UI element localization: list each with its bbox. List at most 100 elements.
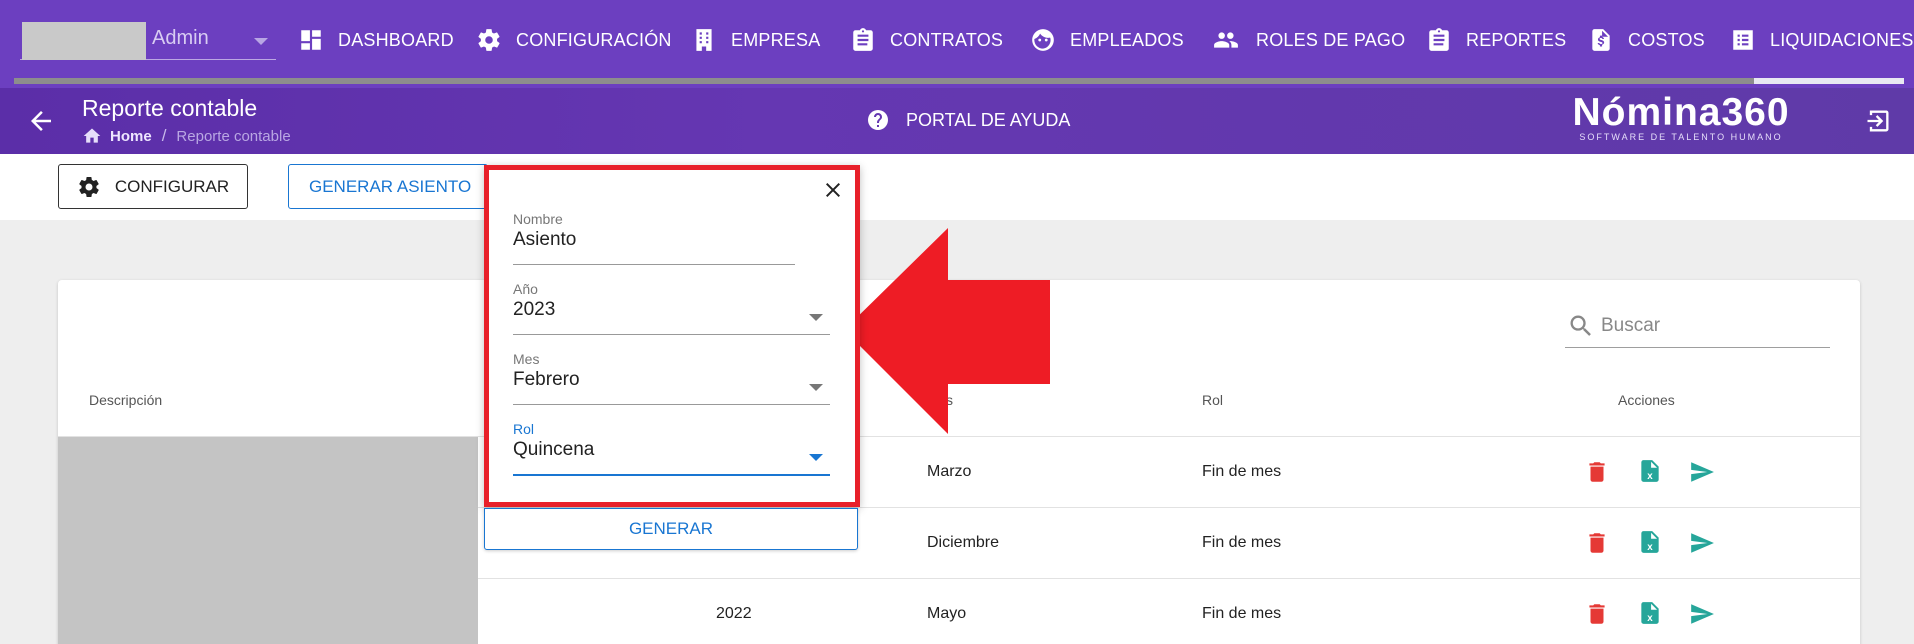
excel-export-icon[interactable]: x (1637, 599, 1663, 627)
toolbar: CONFIGURAR GENERAR ASIENTO (0, 154, 1914, 220)
excel-export-icon[interactable]: x (1637, 457, 1663, 485)
avatar (22, 22, 146, 60)
send-icon[interactable] (1689, 458, 1715, 486)
page-header: Reporte contable Home / Reporte contable… (0, 88, 1914, 154)
help-portal-link[interactable]: PORTAL DE AYUDA (866, 108, 1070, 132)
nav-item-roles-de-pago[interactable]: ROLES DE PAGO (1210, 0, 1405, 80)
generate-entry-button[interactable]: GENERAR ASIENTO (288, 164, 488, 209)
brand-name: Nómina360 (1572, 91, 1790, 134)
brand-tagline: SOFTWARE DE TALENTO HUMANO (1579, 132, 1783, 142)
month-select-value: Febrero (513, 369, 580, 390)
svg-text:x: x (1647, 613, 1653, 624)
chevron-down-icon (809, 314, 823, 321)
nav-item-label: ROLES DE PAGO (1256, 29, 1406, 50)
generate-button[interactable]: GENERAR (484, 508, 858, 550)
role-select-value: Quincena (513, 439, 595, 460)
role-select-underline (513, 474, 830, 476)
month-select-label: Mes (513, 351, 540, 367)
nav-item-empresa[interactable]: EMPRESA (691, 0, 820, 80)
nav-item-empleados[interactable]: EMPLEADOS (1030, 0, 1184, 80)
nav-scroll-indicator-track (1754, 78, 1904, 84)
nav-item-label: REPORTES (1466, 29, 1567, 50)
annotation-arrow (844, 228, 1050, 434)
search-icon (1570, 315, 1591, 336)
delete-icon[interactable] (1584, 458, 1610, 486)
breadcrumb: Home / Reporte contable (82, 126, 291, 146)
delete-icon[interactable] (1584, 600, 1610, 628)
nav-item-costos[interactable]: COSTOS (1588, 0, 1705, 80)
chevron-down-icon (809, 384, 823, 391)
nav-item-reportes[interactable]: REPORTES (1426, 0, 1566, 80)
help-circle-icon (868, 110, 888, 130)
svg-text:x: x (1647, 542, 1653, 553)
nav-item-liquidaciones[interactable]: LIQUIDACIONES (1730, 0, 1914, 80)
top-navigation-bar: Admin DASHBOARD CONFIGURACIÓN EMPRESA CO… (0, 0, 1914, 88)
year-select[interactable]: Año 2023 (513, 281, 830, 335)
nav-item-label: LIQUIDACIONES (1770, 29, 1914, 50)
logout-button[interactable] (1864, 107, 1892, 135)
generate-entry-dialog: Nombre Asiento Año 2023 Mes Febrero Rol … (484, 165, 860, 507)
nav-item-label: EMPLEADOS (1070, 29, 1184, 50)
cell-rol: Fin de mes (1202, 605, 1282, 622)
invoice-dollar-icon (1592, 29, 1610, 51)
column-header-rol[interactable]: Rol (1202, 392, 1223, 408)
nav-scroll-indicator (14, 78, 1904, 84)
gear-icon (79, 176, 99, 197)
search-field[interactable] (1565, 308, 1830, 348)
column-header-descripcion[interactable]: Descripción (89, 392, 162, 408)
close-button[interactable] (821, 178, 845, 202)
cell-mes: Diciembre (927, 534, 1000, 551)
delete-icon[interactable] (1584, 529, 1610, 557)
name-field[interactable]: Nombre Asiento (513, 211, 795, 265)
arrow-left-icon (31, 111, 51, 131)
send-icon[interactable] (1689, 600, 1715, 628)
back-button[interactable] (26, 106, 56, 136)
nav-item-contratos[interactable]: CONTRATOS (850, 0, 1003, 80)
people-icon (1214, 32, 1238, 48)
cell-mes: Mayo (927, 605, 967, 622)
month-select-underline (513, 404, 830, 405)
dashboard-icon (301, 30, 321, 50)
breadcrumb-home[interactable]: Home (110, 128, 152, 145)
help-portal-label: PORTAL DE AYUDA (906, 109, 1071, 130)
breadcrumb-separator: / (161, 126, 167, 145)
name-field-underline (513, 264, 795, 265)
cell-rol: Fin de mes (1202, 463, 1282, 480)
list-icon (1733, 30, 1753, 50)
user-name: Admin (152, 27, 209, 49)
name-field-label: Nombre (513, 211, 563, 227)
nav-item-label: COSTOS (1628, 29, 1705, 50)
year-select-underline (513, 334, 830, 335)
month-select[interactable]: Mes Febrero (513, 351, 830, 405)
breadcrumb-current: Reporte contable (176, 127, 291, 145)
name-field-value[interactable]: Asiento (513, 229, 795, 251)
user-menu[interactable]: Admin (20, 22, 276, 60)
column-header-acciones: Acciones (1618, 392, 1675, 408)
send-icon[interactable] (1689, 529, 1715, 557)
cell-anio: 2022 (716, 605, 752, 622)
role-select[interactable]: Rol Quincena (513, 421, 830, 476)
year-select-value: 2023 (513, 299, 556, 320)
svg-text:x: x (1647, 471, 1653, 482)
clipboard-icon (1429, 28, 1449, 51)
role-select-label: Rol (513, 421, 535, 437)
search-input[interactable] (1601, 312, 1821, 340)
excel-export-icon[interactable]: x (1637, 528, 1663, 556)
cell-rol: Fin de mes (1202, 534, 1282, 551)
nav-item-label: CONFIGURACIÓN (516, 29, 672, 50)
page-title: Reporte contable (82, 95, 258, 121)
home-icon (83, 128, 101, 143)
configure-button[interactable]: CONFIGURAR (58, 164, 248, 209)
close-icon (826, 183, 840, 197)
chevron-down-icon (254, 38, 268, 45)
nav-item-label: CONTRATOS (890, 29, 1004, 50)
nav-item-configuracion[interactable]: CONFIGURACIÓN (476, 0, 672, 80)
brand-logo: Nómina360 SOFTWARE DE TALENTO HUMANO (1566, 91, 1796, 143)
nav-item-label: DASHBOARD (338, 29, 454, 50)
redacted-description-column (58, 437, 478, 644)
building-icon (696, 29, 712, 51)
chevron-down-icon (809, 454, 823, 461)
nav-item-dashboard[interactable]: DASHBOARD (298, 0, 454, 80)
clipboard-icon (853, 28, 873, 51)
configure-button-label: CONFIGURAR (114, 176, 230, 196)
